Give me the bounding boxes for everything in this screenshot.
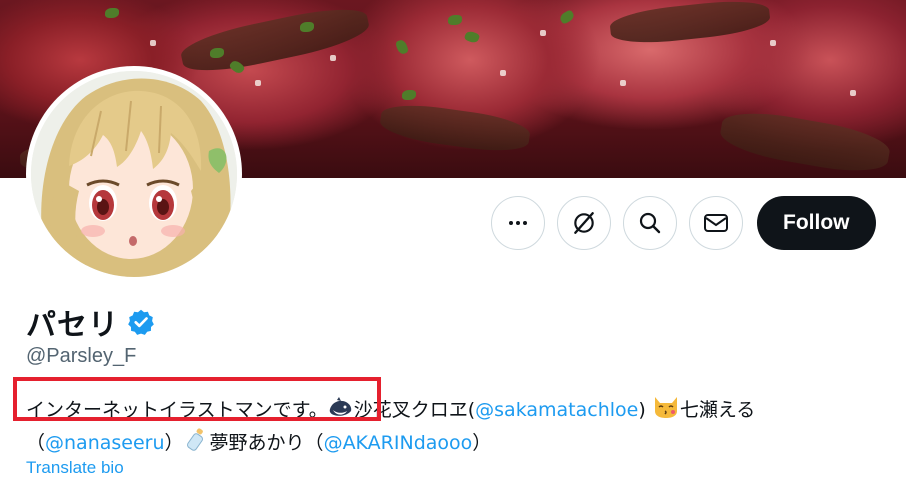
bio-segment3-name: 夢野あかり（: [209, 432, 324, 454]
verified-badge-icon[interactable]: [127, 308, 155, 336]
mention-link-sakamatachloe[interactable]: @sakamatachloe: [475, 399, 638, 421]
kissing-cat-emoji: [654, 397, 677, 418]
bio-segment1-close: ): [638, 399, 646, 421]
mention-link-nanaseeru[interactable]: @nanaseeru: [45, 432, 165, 454]
mail-icon: [704, 214, 728, 232]
more-button[interactable]: [491, 196, 545, 250]
user-handle: @Parsley_F: [26, 345, 137, 367]
name-row: パセリ: [26, 300, 155, 344]
bio-segment2-open: （: [26, 432, 46, 454]
profile-actions: Follow: [491, 196, 876, 250]
bio-intro: インターネットイラストマンです。: [26, 399, 328, 421]
bio-segment2-name: 七瀬える: [679, 399, 756, 421]
profile-page: Follow パセリ @Parsley_F インターネットイラストマンです。 沙…: [0, 0, 906, 490]
display-name: パセリ: [26, 308, 119, 343]
orca-emoji: [329, 397, 351, 416]
follow-button[interactable]: Follow: [757, 196, 876, 250]
profile-bio: インターネットイラストマンです。 沙花叉クロヱ(@sakamatachloe) …: [26, 393, 886, 459]
bio-segment3-close: ）: [472, 432, 492, 454]
bio-segment1-name: 沙花叉クロヱ(: [353, 399, 476, 421]
search-button[interactable]: [623, 196, 677, 250]
bio-segment2-close: ）: [164, 432, 184, 454]
profile-avatar[interactable]: [26, 66, 242, 282]
baby-bottle-emoji: [186, 428, 203, 451]
translate-bio-link[interactable]: Translate bio: [26, 458, 124, 478]
mention-link-akarindaooo[interactable]: @AKARINdaooo: [324, 432, 473, 454]
message-button[interactable]: [689, 196, 743, 250]
more-icon: [509, 221, 527, 225]
grok-button[interactable]: [557, 196, 611, 250]
avatar-illustration: [31, 71, 237, 277]
search-icon: [639, 212, 661, 234]
grok-icon: [574, 212, 594, 234]
anime-girl-illustration: [31, 71, 237, 277]
